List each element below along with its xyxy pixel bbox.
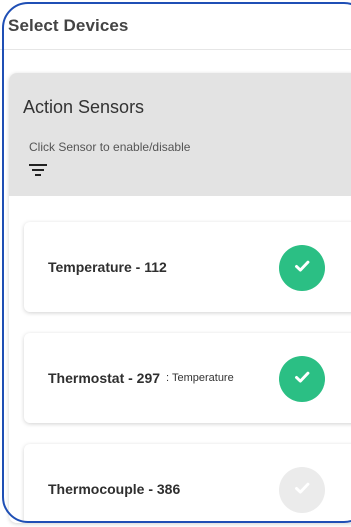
card-subtitle: Click Sensor to enable/disable (29, 140, 191, 154)
sensor-item-thermostat-297[interactable]: Thermostat - 297 : Temperature (24, 333, 351, 423)
sensor-name: Thermostat - 297 (48, 370, 161, 386)
check-icon (291, 366, 313, 393)
sensor-subtitle: : Temperature (166, 372, 234, 384)
sensor-item-temperature-112[interactable]: Temperature - 112 (24, 222, 351, 312)
sensor-enabled-toggle[interactable] (279, 356, 325, 402)
check-icon (291, 477, 313, 504)
check-icon (291, 255, 313, 282)
sensor-label: Thermocouple - 386 (48, 444, 186, 523)
filter-icon[interactable] (29, 163, 47, 177)
sensor-item-thermocouple-386[interactable]: Thermocouple - 386 (24, 444, 351, 523)
top-header: Select Devices (0, 0, 351, 50)
card-title: Action Sensors (23, 97, 145, 117)
page-title: Select Devices (8, 16, 129, 35)
card-header: Action Sensors Click Sensor to enable/di… (9, 73, 351, 196)
app-frame: Select Devices Action Sensors Click Sens… (0, 0, 351, 527)
sensor-enabled-toggle[interactable] (279, 245, 325, 291)
sensor-list: Temperature - 112 Thermostat - 297 : Tem… (9, 196, 351, 523)
sensor-name: Temperature - 112 (48, 259, 167, 275)
sensor-label: Temperature - 112 (48, 222, 173, 312)
sensor-label: Thermostat - 297 : Temperature (48, 333, 234, 423)
sensor-name: Thermocouple - 386 (48, 481, 181, 497)
sensor-enabled-toggle[interactable] (279, 467, 325, 513)
action-sensors-card: Action Sensors Click Sensor to enable/di… (9, 73, 351, 523)
